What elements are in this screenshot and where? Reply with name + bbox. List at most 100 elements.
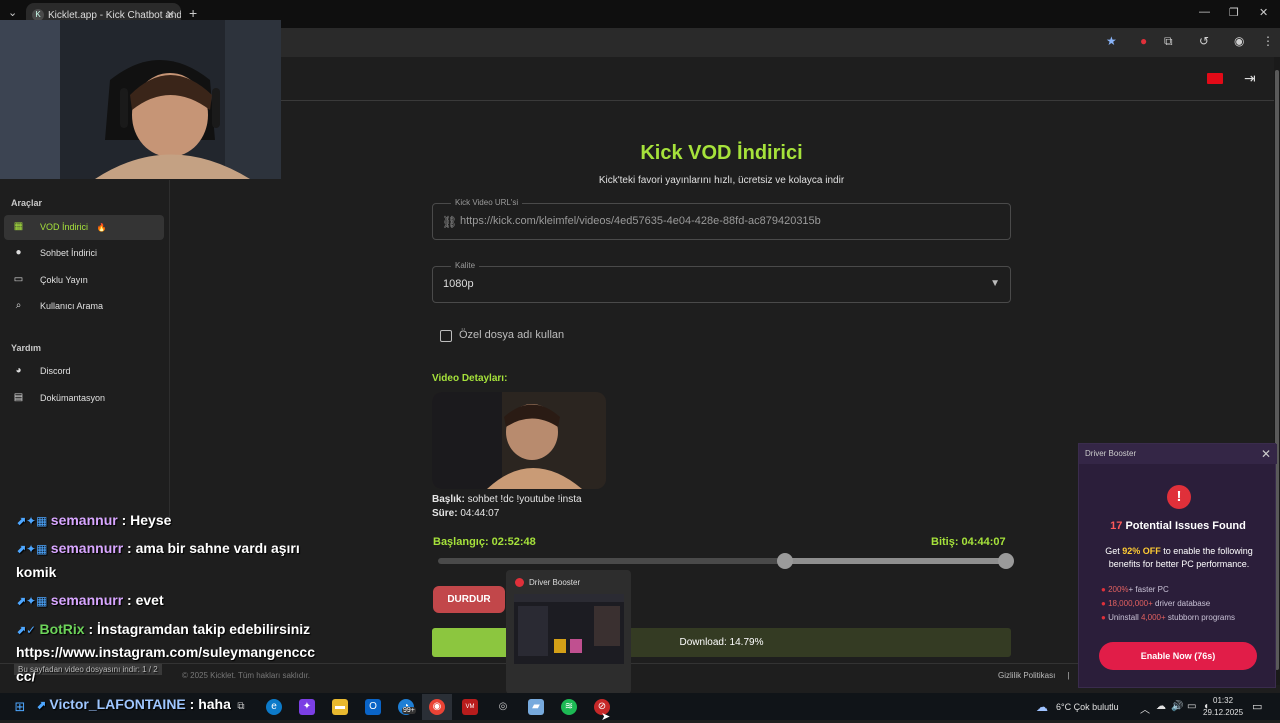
video-title-label: Başlık: (432, 494, 465, 505)
sidebar-item-multistream[interactable]: ▭ Çoklu Yayın (4, 268, 164, 293)
video-thumbnail-image (432, 392, 606, 489)
notes-app-icon[interactable]: ▰ (528, 699, 544, 715)
enable-now-button[interactable]: Enable Now (76s) (1099, 642, 1257, 670)
restore-icon[interactable]: ❐ (1229, 6, 1239, 19)
tray-app-icon[interactable]: ☁ (1156, 701, 1166, 712)
tray-chevron-icon[interactable]: ︿ (1140, 701, 1150, 716)
history-icon[interactable]: ↺ (1199, 34, 1209, 48)
benefit-highlight: 18,000,000+ (1108, 599, 1153, 608)
chat-badges-icon: ⬈✦▦ (16, 594, 51, 608)
chat-text: : ama bir sahne vardı aşırı (123, 540, 300, 556)
chat-badges-icon: ⬈✦▦ (16, 542, 51, 556)
video-url-value: https://kick.com/kleimfel/videos/4ed5763… (460, 215, 821, 227)
sidebar-item-label: Kullanıcı Arama (40, 301, 104, 311)
chrome-icon[interactable]: ◉ (429, 699, 445, 715)
range-end-handle[interactable] (998, 553, 1014, 569)
clock-date[interactable]: 29.12.2025 (1203, 708, 1243, 717)
benefit-item: ● 18,000,000+ driver database (1101, 599, 1210, 608)
browser-menu-icon[interactable]: ⋮ (1262, 34, 1274, 48)
video-details-title: Video Detayları: (432, 373, 508, 384)
alert-dot-icon: ● (1101, 613, 1109, 622)
chat-username: semannurr (50, 592, 124, 608)
video-title-value: sohbet !dc !youtube !insta (464, 494, 582, 505)
thumbnail-image (514, 594, 624, 664)
profile-avatar-icon[interactable]: ◉ (1234, 34, 1244, 48)
sidebar-item-discord[interactable]: ◕ Discord (4, 359, 164, 384)
edge-icon[interactable]: e (266, 699, 282, 715)
windows-start-icon[interactable]: ⊞ (12, 699, 28, 715)
benefit-highlight: 200% (1108, 585, 1129, 594)
weather-text[interactable]: 6°C Çok bulutlu (1056, 702, 1119, 712)
chat-message: ⬈✦▦ semannurr : ama bir sahne vardı aşır… (16, 540, 300, 556)
benefit-highlight: 4,000+ (1140, 613, 1166, 622)
chat-message-continued: https://www.instagram.com/suleymangenccc (16, 644, 316, 660)
page-hint-tooltip: Bu sayfadan video dosyasını indir: 1 / 2 (14, 664, 162, 675)
bookmark-star-icon[interactable]: ★ (1106, 34, 1117, 48)
video-title-row: Başlık: sohbet !dc !youtube !insta (432, 494, 582, 505)
chat-username: semannurr (50, 540, 124, 556)
notification-badge: 99+ (402, 707, 416, 714)
sidebar-item-chat-downloader[interactable]: ● Sohbet İndirici (4, 241, 164, 266)
range-slider-selection (784, 558, 1006, 564)
sidebar-section-help: Yardım (11, 343, 42, 353)
popup-header: Driver Booster ✕ (1079, 444, 1277, 464)
voicemeeter-icon[interactable]: VM (462, 699, 478, 715)
driver-booster-popup: Driver Booster ✕ ! 17 Potential Issues F… (1078, 443, 1277, 688)
warning-icon: ! (1167, 485, 1191, 509)
chat-message: ⬈✦▦ semannurr : evet (16, 592, 164, 608)
offer-text: Get 92% OFF to enable the following bene… (1091, 545, 1267, 571)
window-close-icon[interactable]: ✕ (1259, 6, 1268, 19)
quality-select[interactable]: Kalite 1080p ▼ (432, 261, 1011, 303)
sidebar-item-user-search[interactable]: ⌕ Kullanıcı Arama (4, 294, 164, 319)
clock-time[interactable]: 01:32 (1213, 696, 1233, 705)
obs-icon[interactable]: ◎ (495, 699, 511, 715)
chat-username: BotRix (39, 621, 85, 637)
login-icon[interactable]: ⇥ (1244, 70, 1256, 87)
chat-badges-icon: ⬈ (36, 698, 50, 712)
volume-icon[interactable]: 🔊 (1171, 701, 1183, 712)
chat-text: : haha (185, 696, 231, 712)
chat-message: ⬈✓ BotRix : İnstagramdan takip edebilirs… (16, 621, 310, 637)
video-url-input[interactable]: Kick Video URL'si ⛓ https://kick.com/kle… (432, 198, 1011, 240)
minimize-icon[interactable]: — (1199, 6, 1210, 18)
page-subtitle: Kick'teki favori yayınlarını hızlı, ücre… (598, 175, 845, 186)
notifications-icon[interactable]: ▭ (1252, 700, 1262, 713)
chat-message-overlay: ⬈ Victor_LAFONTAINE : haha (36, 696, 231, 712)
extensions-puzzle-icon[interactable]: ⧉ (1164, 34, 1173, 49)
spotify-icon[interactable]: ≋ (561, 699, 577, 715)
issues-text: Potential Issues Found (1122, 520, 1246, 532)
footer-copyright: © 2025 Kicklet. Tüm hakları saklıdır. (182, 671, 311, 680)
custom-filename-checkbox[interactable] (440, 330, 452, 342)
network-icon[interactable]: ▭ (1187, 701, 1196, 712)
discord-icon: ◕ (15, 365, 22, 376)
footer-privacy-link[interactable]: Gizlilik Politikası | (998, 671, 1070, 680)
tab-menu-chevron-icon[interactable]: ⌄ (8, 6, 17, 19)
link-icon: ⛓ (442, 215, 458, 229)
outlook-icon[interactable]: O (365, 699, 381, 715)
popup-title: Driver Booster (1085, 449, 1137, 458)
sidebar-item-docs[interactable]: ▤ Dokümantasyon (4, 386, 164, 411)
file-explorer-icon[interactable]: ▬ (332, 699, 348, 715)
alert-dot-icon: ● (1101, 599, 1109, 608)
issues-heading: 17 Potential Issues Found (1079, 520, 1277, 532)
sidebar-item-vod-downloader[interactable]: ▦ VOD İndirici 🔥 (4, 215, 164, 240)
turkish-flag-icon[interactable] (1207, 73, 1223, 84)
range-end-label: Bitiş: 04:44:07 (931, 536, 1006, 548)
chat-text: : İnstagramdan takip edebilirsiniz (84, 621, 311, 637)
sidebar-item-label: Discord (40, 366, 71, 376)
range-start-label: Başlangıç: 02:52:48 (433, 536, 536, 548)
range-start-handle[interactable] (776, 553, 793, 569)
webcam-overlay (0, 20, 281, 179)
webcam-image (0, 20, 281, 179)
popup-close-icon[interactable]: ✕ (1261, 444, 1271, 464)
new-tab-button[interactable]: + (189, 5, 197, 21)
stop-button[interactable]: DURDUR (433, 586, 505, 613)
taskbar-thumbnail-preview[interactable]: Driver Booster (506, 570, 631, 694)
extension-shield-icon[interactable]: ● (1140, 34, 1147, 48)
task-view-icon[interactable]: ⧉ (233, 699, 249, 715)
benefit-item: ● 200%+ faster PC (1101, 585, 1169, 594)
copilot-icon[interactable]: ✦ (299, 699, 315, 715)
chat-text: : evet (123, 592, 164, 608)
footer-separator: | (1067, 671, 1070, 680)
sidebar: Araçlar ▦ VOD İndirici 🔥 ● Sohbet İndiri… (0, 180, 170, 525)
